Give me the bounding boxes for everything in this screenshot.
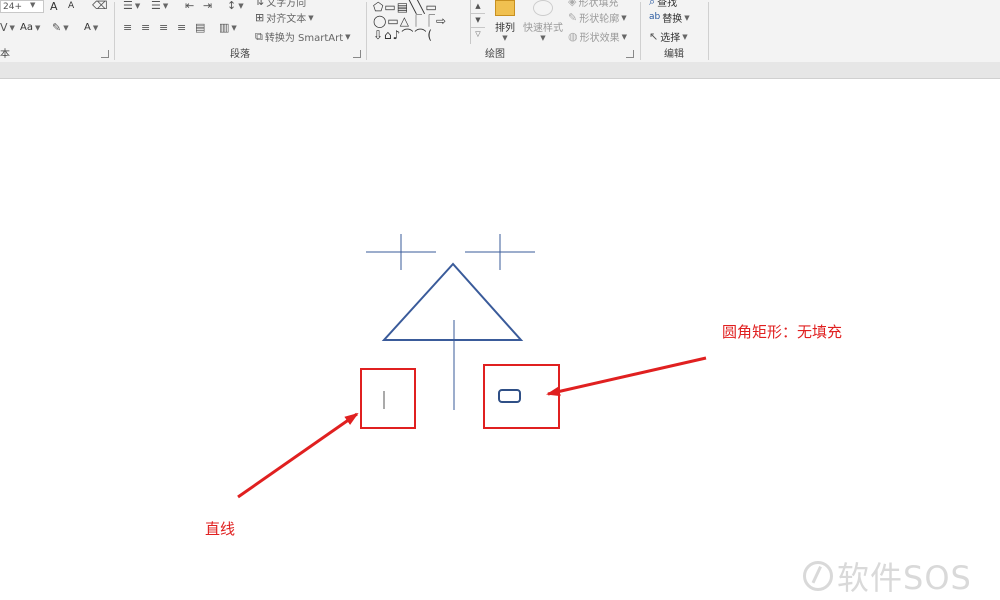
group-separator [708,2,709,60]
shape-fill-label: 形状填充 [578,0,619,9]
arrow-to-rounded-rect [546,356,707,397]
select-button[interactable]: ↖ 选择 ▼ [649,29,688,44]
find-button[interactable]: ⌕ 查找 [649,0,677,9]
replace-label: 替换 [662,14,683,25]
replace-button[interactable]: ab 替换 ▼ [649,10,690,25]
shapes-row[interactable]: ⬠▭▤╲╲▭ [373,0,469,14]
find-label: 查找 [657,0,678,9]
triangle-shape[interactable] [381,262,524,341]
sos-logo-icon [803,561,833,591]
rounded-rect-shape-icon[interactable] [498,389,521,403]
quick-styles-label: 快速样式 [523,23,563,34]
replace-icon: ab [649,12,661,22]
editing-group: ⌕ 查找 ab 替换 ▼ ↖ 选择 ▼ 编辑 [641,0,707,62]
watermark-text: 软件SOS [837,559,972,597]
chevron-down-icon: ▼ [684,13,690,22]
drawing-dialog-launcher[interactable] [626,50,634,58]
cursor-icon: ↖ [649,30,659,43]
highlight-box-line-icon [360,368,416,429]
rounded-rect-annotation: 圆角矩形：无填充 [722,323,843,341]
chevron-down-icon: ▼ [621,32,627,41]
line-annotation: 直线 [205,520,236,538]
effects-icon: ◍ [568,30,578,43]
chevron-down-icon: ▼ [502,34,508,42]
shape-effects-button[interactable]: ◍ 形状效果 ▼ [568,29,627,44]
editing-group-label: 编辑 [664,49,684,60]
slide-canvas [237,234,707,499]
arrange-button[interactable]: 排列 ▼ [490,0,520,42]
drawing-group-label: 绘图 [485,49,505,60]
find-icon: ⌕ [649,0,656,8]
pen-icon: ✎ [568,11,578,24]
shapes-row[interactable]: ◯▭△⎾⎾⇨ [373,14,469,28]
chevron-down-icon: ▼ [621,13,627,22]
scroll-down-icon[interactable]: ▼ [471,14,485,28]
quick-styles-icon [533,0,553,16]
chevron-down-icon: ▼ [540,34,546,42]
chevron-down-icon: ▼ [682,32,688,41]
arrange-icon [495,0,515,16]
shapes-gallery-scroll[interactable]: ▲ ▼ ▽ [470,0,485,44]
shape-outline-label: 形状轮廓 [579,14,620,25]
highlight-box-rounded-rect-icon [483,364,560,429]
shapes-gallery[interactable]: ⬠▭▤╲╲▭ ◯▭△⎾⎾⇨ ⇩⌂♪⌒⌒( [373,0,469,44]
paint-bucket-icon: ◈ [568,0,577,8]
shape-outline-button[interactable]: ✎ 形状轮廓 ▼ [568,10,627,25]
drawing-group: ⬠▭▤╲╲▭ ◯▭△⎾⎾⇨ ⇩⌂♪⌒⌒( ▲ ▼ ▽ 排列 ▼ 快速样式 ▼ ◈… [0,0,640,62]
arrange-label: 排列 [495,23,515,34]
shapes-row[interactable]: ⇩⌂♪⌒⌒( [373,28,469,42]
scroll-up-icon[interactable]: ▲ [471,0,485,14]
ribbon-collapse-bar [0,62,1000,79]
watermark: 软件SOS [803,553,972,599]
gallery-more-icon[interactable]: ▽ [471,28,485,41]
arrow-to-line [237,412,359,499]
ribbon: 24+ ▼ A A ⌫ V ▼ Aa ▼ ✎ ▼ A ▼ 本 ☰ ▼ ☰ ▼ ⇤… [0,0,1000,63]
select-label: 选择 [660,33,681,44]
quick-styles-button[interactable]: 快速样式 ▼ [521,0,565,42]
shape-fill-button[interactable]: ◈ 形状填充 [568,0,618,9]
shape-effects-label: 形状效果 [579,33,620,44]
